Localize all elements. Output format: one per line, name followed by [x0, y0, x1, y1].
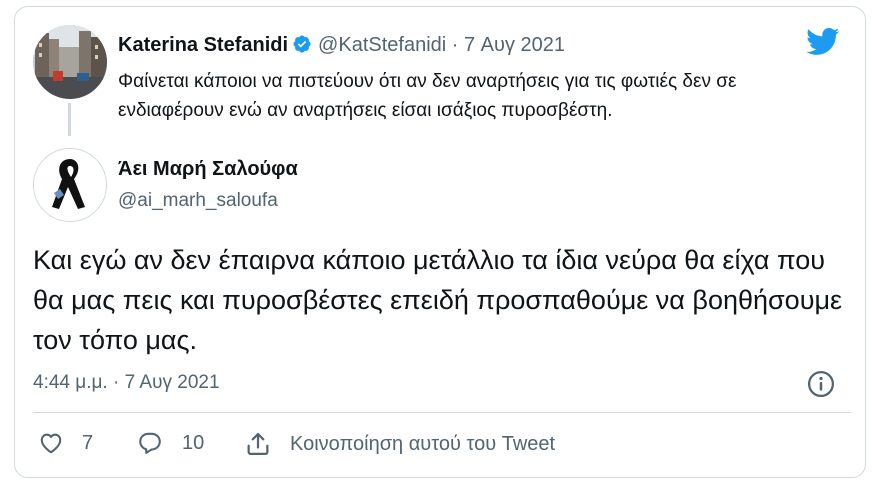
reply-author-name[interactable]: Άει Μαρή Σαλούφα	[118, 158, 298, 181]
share-button[interactable]: Κοινοποίηση αυτού του Tweet	[244, 430, 555, 458]
share-upload-icon	[247, 432, 269, 456]
quoted-tweet-date[interactable]: 7 Αυγ 2021	[464, 34, 565, 56]
black-ribbon-icon	[34, 149, 106, 221]
info-icon[interactable]	[806, 369, 836, 404]
twitter-bird-icon[interactable]	[806, 28, 840, 61]
reply-button[interactable]: 10	[136, 430, 204, 456]
quoted-author-name[interactable]: Katerina Stefanidi	[118, 34, 288, 56]
speech-bubble-icon	[139, 432, 161, 454]
verified-badge-icon	[292, 34, 312, 60]
quoted-tweet-text: Φαίνεται κάποιοι να πιστεύουν ότι αν δεν…	[118, 71, 737, 121]
city-street-photo	[33, 25, 107, 99]
thread-connector-line	[68, 103, 71, 136]
like-button[interactable]: 7	[38, 430, 93, 456]
reply-author-handle[interactable]: @ai_marh_saloufa	[118, 190, 278, 212]
katerina-avatar[interactable]	[33, 25, 107, 99]
tweet-timestamp[interactable]: 4:44 μ.μ. · 7 Αυγ 2021	[33, 372, 220, 394]
reply-count: 10	[182, 431, 205, 454]
tweet-date: 7 Αυγ 2021	[124, 372, 220, 393]
actions-divider	[33, 412, 851, 413]
header-separator: ·	[451, 34, 459, 56]
reply-tweet-text: Και εγώ αν δεν έπαιρνα κάποιο μετάλλιο τ…	[33, 245, 843, 355]
heart-icon	[40, 433, 62, 454]
like-count: 7	[82, 431, 94, 454]
tweet-time: 4:44 μ.μ.	[33, 372, 108, 393]
meta-separator: ·	[113, 372, 120, 393]
ai-marh-avatar[interactable]	[33, 148, 107, 222]
share-label: Κοινοποίηση αυτού του Tweet	[290, 432, 556, 455]
quoted-author-handle[interactable]: @KatStefanidi	[318, 34, 446, 56]
quoted-tweet-header: Katerina Stefanidi @KatStefanidi · 7 Αυγ …	[118, 34, 565, 60]
